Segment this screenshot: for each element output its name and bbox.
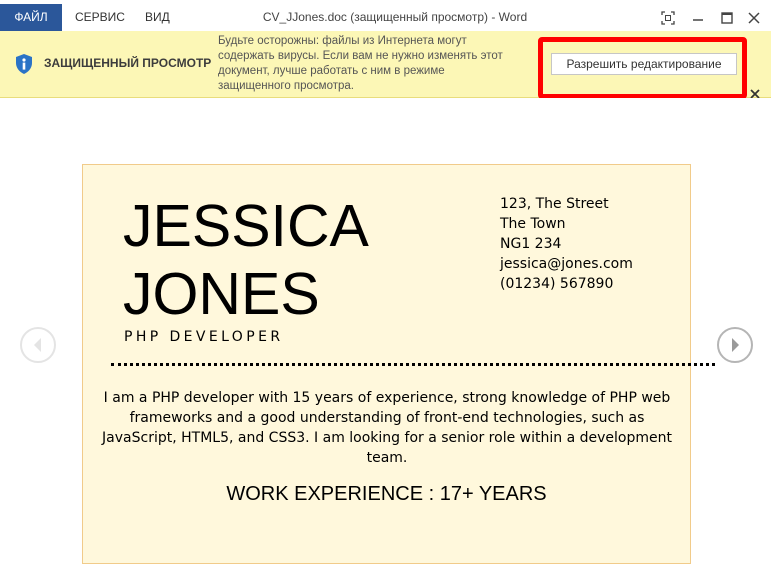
phone: (01234) 567890 [500,276,614,292]
name-last: JONES [123,261,320,327]
maximize-button[interactable] [717,8,737,28]
job-title: PHP DEVELOPER [124,329,284,345]
dotted-divider [111,363,715,366]
summary-paragraph: I am a PHP developer with 15 years of ex… [102,390,672,466]
address-line: The Town [500,216,566,232]
title-bar: ФАЙЛ СЕРВИС ВИД CV_JJones.doc (защищенны… [0,0,771,31]
email: jessica@jones.com [500,256,633,272]
chevron-right-circle-icon[interactable] [716,326,754,364]
fullscreen-button[interactable] [658,8,678,28]
protected-view-message: Будьте осторожны: файлы из Интернета мог… [218,35,503,92]
protected-view-title: ЗАЩИЩЕННЫЙ ПРОСМОТР [44,56,212,70]
close-icon [748,12,760,24]
enable-editing-button[interactable]: Разрешить редактирование [551,53,737,75]
tab-service[interactable]: СЕРВИС [75,4,125,31]
section-heading: WORK EXPERIENCE : 17+ YEARS [226,483,547,505]
address-line: 123, The Street [500,196,609,212]
minimize-icon [693,19,703,21]
address-block: 123, The Street The Town NG1 234 jessica… [500,194,633,294]
shield-icon [16,54,32,74]
tab-file[interactable]: ФАЙЛ [0,4,62,31]
maximize-icon [721,12,733,24]
minimize-button[interactable] [688,8,708,28]
close-window-button[interactable] [744,8,764,28]
name-first: JESSICA [123,193,369,259]
chevron-left-circle-icon[interactable] [19,326,57,364]
fullscreen-icon [661,11,675,25]
window-title: CV_JJones.doc (защищенный просмотр) - Wo… [262,10,528,24]
address-line: NG1 234 [500,236,562,252]
tab-view[interactable]: ВИД [145,4,170,31]
